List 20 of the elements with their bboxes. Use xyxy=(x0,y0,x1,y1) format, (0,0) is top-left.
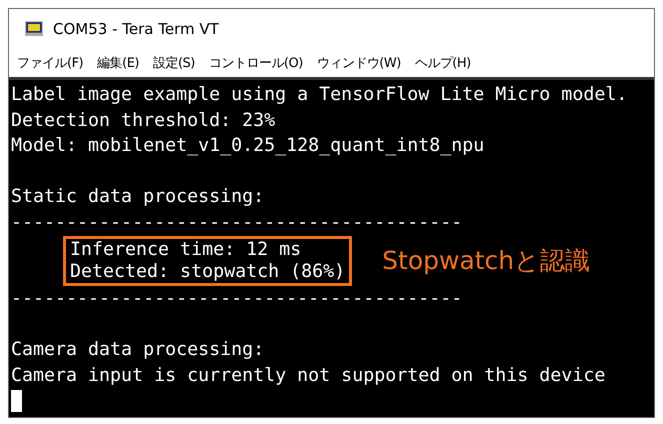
terminal-line: Static data processing: xyxy=(11,185,266,209)
menu-item[interactable]: 編集(E) xyxy=(97,54,139,72)
terminal-line: Inference time: 12 ms xyxy=(70,238,302,260)
menu-item[interactable]: ファイル(F) xyxy=(17,54,84,72)
menu-item[interactable]: 設定(S) xyxy=(152,54,195,72)
menu-item[interactable]: ヘルプ(H) xyxy=(414,54,471,72)
terminal-app-icon xyxy=(25,21,43,37)
terminal-line: Camera input is currently not supported on this device xyxy=(11,364,606,388)
terminal-line: ----------------------------------------- xyxy=(11,210,464,234)
terminal-line: Detection threshold: 23% xyxy=(11,108,276,132)
terminal-line: Label image example using a TensorFlow Lite Micro model. xyxy=(11,83,628,107)
terminal-line: Model: mobilenet_v1_0.25_128_quant_int8_npu xyxy=(11,134,486,158)
terminal-line: Detected: stopwatch (86%) xyxy=(70,260,346,282)
menu-item[interactable]: コントロール(O) xyxy=(208,54,303,72)
text-cursor xyxy=(11,390,22,412)
terminal-line: Camera data processing: xyxy=(11,338,266,362)
terminal-line: ----------------------------------------- xyxy=(11,287,464,311)
window-title: COM53 - Tera Term VT xyxy=(53,20,219,38)
menu-item[interactable]: ウィンドウ(W) xyxy=(316,54,401,72)
annotation-text: Stopwatchと認識 xyxy=(382,245,590,277)
